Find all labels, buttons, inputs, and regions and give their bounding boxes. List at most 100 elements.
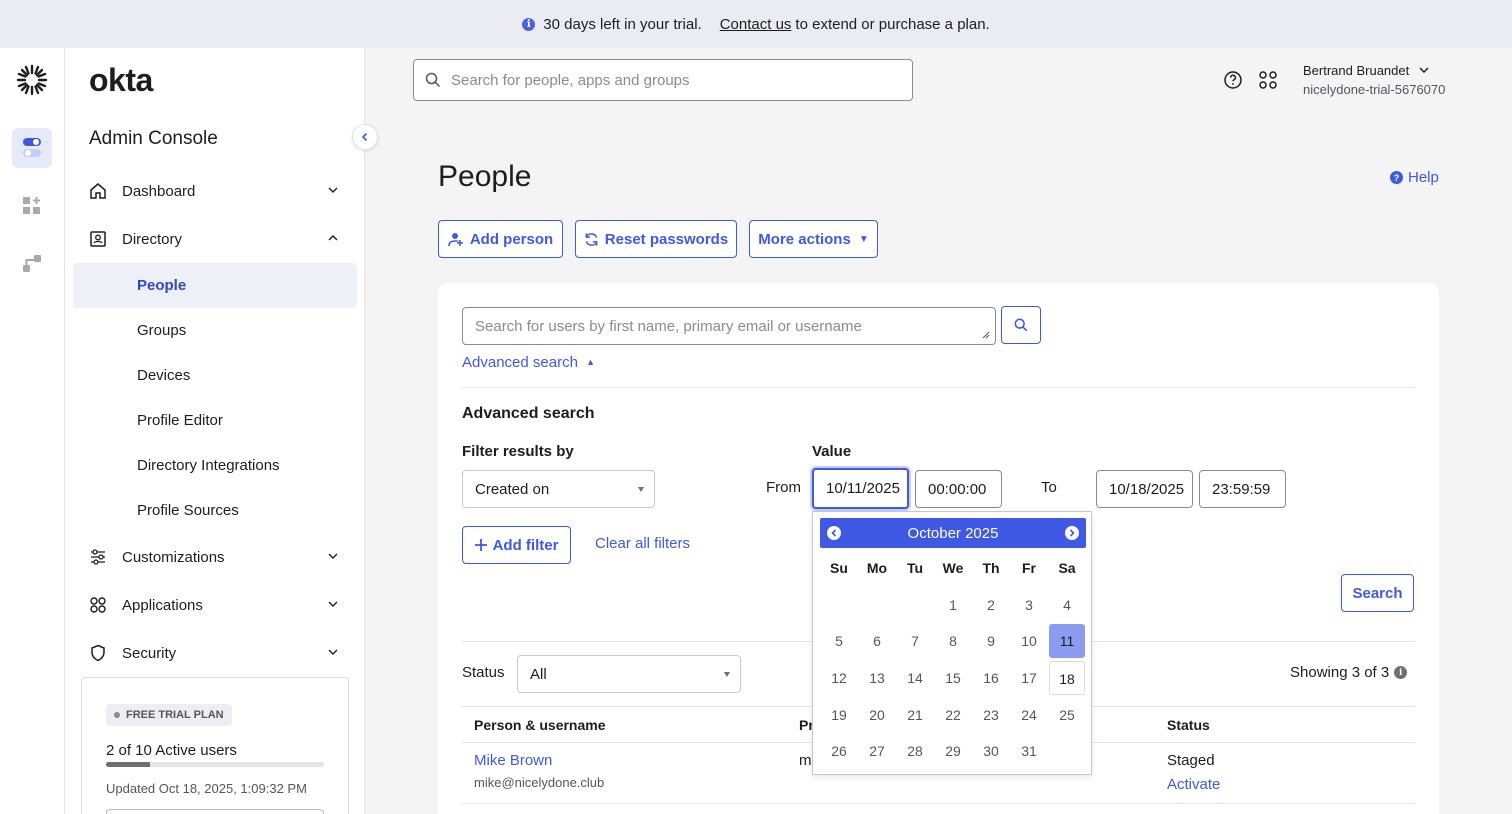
- user-search-button[interactable]: [1001, 306, 1041, 344]
- calendar-day[interactable]: 30: [973, 734, 1009, 768]
- trial-plan-card: FREE TRIAL PLAN 2 of 10 Active users Upd…: [81, 677, 349, 814]
- calendar-day[interactable]: 7: [897, 624, 933, 658]
- to-time-input[interactable]: 23:59:59: [1199, 470, 1286, 508]
- person-name-link[interactable]: Mike Brown: [474, 752, 552, 769]
- calendar-day[interactable]: 26: [821, 734, 857, 768]
- weekday-header: We: [942, 560, 964, 576]
- calendar-day[interactable]: 10: [1011, 624, 1047, 658]
- user-name[interactable]: Bertrand Bruandet: [1303, 63, 1409, 78]
- calendar-day[interactable]: 25: [1049, 698, 1085, 732]
- calendar-day[interactable]: 18: [1049, 661, 1085, 695]
- sidebar-item-dashboard[interactable]: Dashboard: [73, 171, 357, 211]
- app-grid-icon[interactable]: [1258, 70, 1278, 90]
- sidebar-subitem-profile-editor[interactable]: Profile Editor: [73, 398, 357, 443]
- sidebar-item-customizations[interactable]: Customizations: [73, 537, 357, 577]
- global-search[interactable]: [413, 59, 913, 101]
- sidebar-subitem-profile-sources[interactable]: Profile Sources: [73, 488, 357, 533]
- page-title: People: [438, 160, 532, 193]
- calendar-day[interactable]: 11: [1049, 624, 1085, 658]
- calendar-day[interactable]: 5: [821, 624, 857, 658]
- date-picker-month: October 2025: [907, 524, 999, 542]
- sidebar-item-security[interactable]: Security: [73, 633, 357, 673]
- calendar-day[interactable]: 15: [935, 661, 971, 695]
- trial-card-button[interactable]: [106, 809, 324, 814]
- user-search-input[interactable]: [475, 317, 995, 335]
- calendar-day[interactable]: 17: [1011, 661, 1047, 695]
- add-person-button[interactable]: Add person: [438, 220, 563, 258]
- calendar-day[interactable]: 23: [973, 698, 1009, 732]
- calendar-day[interactable]: 13: [859, 661, 895, 695]
- okta-logo[interactable]: okta: [89, 62, 153, 99]
- add-apps-icon[interactable]: [12, 186, 52, 226]
- banner-suffix: to extend or purchase a plan.: [795, 15, 990, 33]
- calendar-day[interactable]: 1: [935, 588, 971, 622]
- plus-icon: [474, 539, 487, 551]
- advanced-search-toggle[interactable]: Advanced search ▲: [462, 354, 595, 371]
- sidebar-item-directory[interactable]: Directory: [73, 219, 357, 259]
- from-time-input[interactable]: 00:00:00: [915, 470, 1002, 508]
- divider: [462, 387, 1415, 388]
- calendar-day[interactable]: 8: [935, 624, 971, 658]
- calendar-day[interactable]: 21: [897, 698, 933, 732]
- sidebar-subitem-devices[interactable]: Devices: [73, 353, 357, 398]
- calendar-day[interactable]: 24: [1011, 698, 1047, 732]
- sidebar-subitem-groups[interactable]: Groups: [73, 308, 357, 353]
- more-actions-button[interactable]: More actions ▼: [749, 220, 878, 258]
- chevron-down-icon: [328, 601, 338, 607]
- calendar-day[interactable]: 29: [935, 734, 971, 768]
- calendar-day[interactable]: 4: [1049, 588, 1085, 622]
- column-header-status[interactable]: Status: [1167, 717, 1210, 733]
- calendar-day[interactable]: 20: [859, 698, 895, 732]
- to-date-input[interactable]: 10/18/2025: [1096, 470, 1193, 508]
- calendar-day[interactable]: 28: [897, 734, 933, 768]
- weekday-header: Su: [830, 560, 848, 576]
- person-username: mike@nicelydone.club: [474, 775, 605, 790]
- status-filter-value: All: [530, 665, 547, 683]
- caret-down-icon: [638, 487, 644, 492]
- activate-link[interactable]: Activate: [1167, 776, 1220, 793]
- calendar-day[interactable]: 12: [821, 661, 857, 695]
- more-actions-label: More actions: [758, 230, 851, 248]
- add-filter-button[interactable]: Add filter: [462, 526, 571, 564]
- previous-month-button[interactable]: [827, 526, 841, 540]
- sidebar-subitem-people[interactable]: People: [73, 263, 357, 308]
- trial-plan-badge: FREE TRIAL PLAN: [106, 704, 232, 726]
- admin-toggle-icon[interactable]: [12, 128, 52, 168]
- help-link[interactable]: ? Help: [1390, 169, 1439, 186]
- column-header-person[interactable]: Person & username: [474, 717, 606, 733]
- filter-select[interactable]: Created on: [462, 470, 655, 508]
- calendar-day[interactable]: 3: [1011, 588, 1047, 622]
- status-filter-select[interactable]: All: [517, 655, 741, 693]
- date-picker-popup: October 2025 Su Mo Tu We Th Fr Sa 1 2 3 4 5 6 7 8 9 10 11…: [812, 511, 1092, 775]
- calendar-day[interactable]: 9: [973, 624, 1009, 658]
- calendar-day[interactable]: 14: [897, 661, 933, 695]
- collapse-sidebar-button[interactable]: [352, 124, 378, 150]
- calendar-day[interactable]: 22: [935, 698, 971, 732]
- search-button-label: Search: [1352, 584, 1403, 602]
- sidebar-subitem-directory-integrations[interactable]: Directory Integrations: [73, 443, 357, 488]
- org-name: nicelydone-trial-5676070: [1303, 82, 1446, 97]
- calendar-day[interactable]: 27: [859, 734, 895, 768]
- calendar-day[interactable]: 6: [859, 624, 895, 658]
- global-search-input[interactable]: [451, 71, 912, 89]
- calendar-day[interactable]: 2: [973, 588, 1009, 622]
- search-button[interactable]: Search: [1341, 574, 1414, 612]
- reset-passwords-button[interactable]: Reset passwords: [575, 220, 737, 258]
- sidebar-item-applications[interactable]: Applications: [73, 585, 357, 625]
- calendar-day[interactable]: 16: [973, 661, 1009, 695]
- contact-us-link[interactable]: Contact us: [720, 16, 792, 33]
- from-date-input[interactable]: 10/11/2025: [812, 468, 909, 509]
- weekday-header: Fr: [1022, 560, 1036, 576]
- weekday-header: Tu: [906, 560, 924, 576]
- next-month-button[interactable]: [1065, 526, 1079, 540]
- advanced-search-toggle-label: Advanced search: [462, 354, 578, 371]
- clear-filters-link[interactable]: Clear all filters: [595, 535, 690, 552]
- chevron-down-icon: [328, 553, 338, 559]
- to-label: To: [1041, 479, 1057, 496]
- help-circle-icon[interactable]: [1223, 70, 1243, 90]
- calendar-day[interactable]: 31: [1011, 734, 1047, 768]
- calendar-day[interactable]: 19: [821, 698, 857, 732]
- chevron-down-icon[interactable]: [1418, 64, 1430, 76]
- workflow-icon[interactable]: [12, 244, 52, 284]
- user-search-box[interactable]: [462, 307, 996, 345]
